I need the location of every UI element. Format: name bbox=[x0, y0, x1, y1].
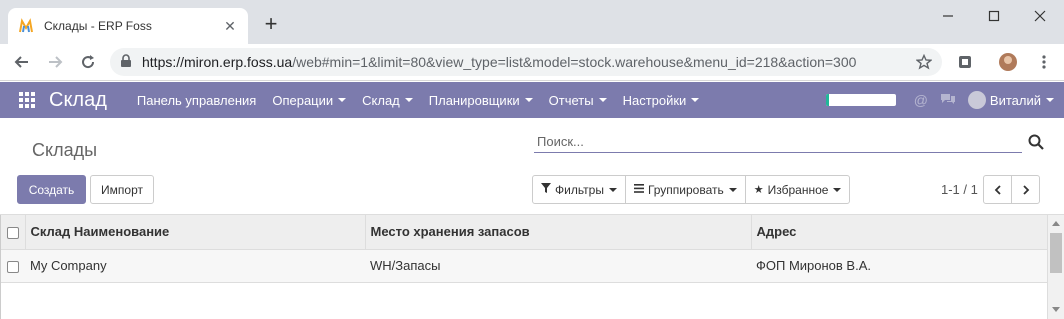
mention-icon[interactable]: @ bbox=[914, 92, 928, 108]
chevron-down-icon bbox=[598, 98, 607, 102]
warehouse-table: Склад Наименование Место хранения запасо… bbox=[1, 215, 1048, 283]
cell-address[interactable]: ФОП Миронов В.А. bbox=[751, 249, 1048, 283]
minimize-icon[interactable] bbox=[938, 6, 958, 26]
progress-fill bbox=[825, 94, 830, 106]
group-by-label: Группировать bbox=[647, 182, 724, 197]
vertical-scrollbar[interactable] bbox=[1047, 215, 1064, 319]
menu-warehouse[interactable]: Склад bbox=[362, 93, 413, 108]
filter-icon bbox=[541, 183, 551, 196]
close-tab-icon[interactable]: ✕ bbox=[222, 18, 238, 34]
pager-buttons bbox=[983, 175, 1040, 204]
chevron-down-icon bbox=[691, 98, 700, 102]
browser-tab[interactable]: Склады - ERP Foss ✕ bbox=[8, 8, 248, 44]
create-button[interactable]: Создать bbox=[17, 175, 86, 204]
back-arrow-icon[interactable] bbox=[10, 50, 34, 74]
chevron-down-icon bbox=[608, 187, 617, 192]
lock-icon bbox=[120, 53, 132, 71]
maximize-icon[interactable] bbox=[984, 6, 1004, 26]
breadcrumb: Склады bbox=[32, 140, 98, 160]
cell-name[interactable]: My Company bbox=[25, 249, 365, 283]
chevron-left-icon bbox=[994, 184, 1001, 195]
erp-foss-favicon-icon bbox=[18, 18, 34, 34]
column-header-name[interactable]: Склад Наименование bbox=[25, 215, 366, 250]
new-tab-button[interactable]: + bbox=[260, 13, 282, 36]
forward-arrow-icon[interactable] bbox=[43, 50, 67, 74]
chevron-down-icon bbox=[404, 98, 413, 102]
menu-settings-label: Настройки bbox=[622, 92, 687, 108]
apps-menu-icon[interactable] bbox=[17, 90, 37, 110]
list-view: Склад Наименование Место хранения запасо… bbox=[0, 215, 1048, 319]
menu-warehouse-label: Склад bbox=[362, 92, 400, 108]
list-icon bbox=[633, 183, 644, 196]
menu-reports-label: Отчеты bbox=[548, 92, 594, 108]
url-text: https://miron.erp.foss.ua/web#min=1&limi… bbox=[142, 54, 856, 70]
select-all-cell bbox=[1, 215, 26, 250]
url-path: /web#min=1&limit=80&view_type=list&model… bbox=[292, 54, 857, 70]
select-all-checkbox[interactable] bbox=[7, 226, 19, 239]
browser-tabstrip: Склады - ERP Foss ✕ + bbox=[0, 0, 1064, 44]
extension-icon[interactable] bbox=[953, 50, 977, 74]
menu-dashboard-label: Панель управления bbox=[136, 92, 257, 108]
favorites-button[interactable]: ★ Избранное bbox=[744, 175, 851, 204]
column-header-location[interactable]: Место хранения запасов bbox=[365, 215, 752, 250]
import-button[interactable]: Импорт bbox=[90, 175, 154, 204]
chevron-down-icon bbox=[524, 98, 533, 102]
control-panel: Склады Создать Импорт Фильтры Группирова… bbox=[0, 118, 1064, 215]
tab-title: Склады - ERP Foss bbox=[44, 19, 152, 33]
filters-label: Фильтры bbox=[555, 182, 604, 197]
user-name: Виталий bbox=[989, 92, 1041, 108]
reload-icon[interactable] bbox=[76, 50, 100, 74]
pager-next-button[interactable] bbox=[1011, 175, 1040, 204]
column-header-address[interactable]: Адрес bbox=[751, 215, 1048, 250]
menu-schedulers-label: Планировщики bbox=[428, 92, 520, 108]
pager-value[interactable]: 1-1 / 1 bbox=[941, 182, 978, 197]
group-by-button[interactable]: Группировать bbox=[624, 175, 746, 204]
app-brand[interactable]: Склад bbox=[49, 89, 107, 112]
window-close-icon[interactable] bbox=[1030, 6, 1050, 26]
bookmark-star-icon[interactable] bbox=[912, 50, 936, 74]
progress-bar bbox=[825, 94, 896, 106]
filters-button[interactable]: Фильтры bbox=[532, 175, 626, 204]
favorites-label: Избранное bbox=[767, 182, 829, 197]
browser-toolbar: https://miron.erp.foss.ua/web#min=1&limi… bbox=[0, 44, 1064, 81]
row-checkbox[interactable] bbox=[7, 260, 19, 273]
chevron-right-icon bbox=[1022, 184, 1029, 195]
scroll-down-icon[interactable] bbox=[1052, 307, 1060, 312]
user-menu[interactable]: Виталий bbox=[967, 91, 1054, 109]
url-host: https://miron.erp.foss.ua bbox=[142, 54, 293, 70]
search-options-group: Фильтры Группировать ★ Избранное bbox=[532, 175, 851, 204]
menu-operations[interactable]: Операции bbox=[272, 92, 347, 108]
table-header-row: Склад Наименование Место хранения запасо… bbox=[1, 215, 1048, 250]
search-input[interactable] bbox=[534, 130, 1022, 152]
search-box bbox=[534, 130, 1022, 153]
chat-bubbles-icon[interactable] bbox=[940, 92, 956, 109]
menu-dashboard[interactable]: Панель управления bbox=[137, 93, 256, 108]
star-icon: ★ bbox=[753, 184, 764, 196]
chevron-down-icon bbox=[338, 98, 347, 102]
scroll-thumb[interactable] bbox=[1050, 233, 1062, 273]
browser-menu-icon[interactable] bbox=[1032, 50, 1056, 74]
menu-reports[interactable]: Отчеты bbox=[549, 93, 607, 108]
menu-operations-label: Операции bbox=[272, 92, 334, 108]
main-navbar: Склад Панель управления Операции Склад П… bbox=[0, 82, 1064, 118]
row-select-cell bbox=[1, 249, 25, 283]
cell-location[interactable]: WH/Запасы bbox=[365, 249, 751, 283]
chevron-down-icon bbox=[833, 187, 842, 192]
pager-previous-button[interactable] bbox=[983, 175, 1012, 204]
navbar-right: @ Виталий bbox=[825, 82, 1054, 118]
profile-avatar-icon[interactable] bbox=[996, 50, 1020, 74]
table-row[interactable]: My Company WH/Запасы ФОП Миронов В.А. bbox=[1, 249, 1048, 283]
menu-schedulers[interactable]: Планировщики bbox=[429, 93, 533, 108]
chevron-down-icon bbox=[728, 187, 737, 192]
menu-settings[interactable]: Настройки bbox=[623, 93, 700, 108]
scroll-up-icon[interactable] bbox=[1052, 221, 1060, 226]
chevron-down-icon bbox=[1046, 98, 1054, 102]
user-avatar bbox=[967, 91, 986, 109]
address-bar[interactable]: https://miron.erp.foss.ua/web#min=1&limi… bbox=[110, 48, 942, 76]
search-icon[interactable] bbox=[1028, 134, 1044, 150]
